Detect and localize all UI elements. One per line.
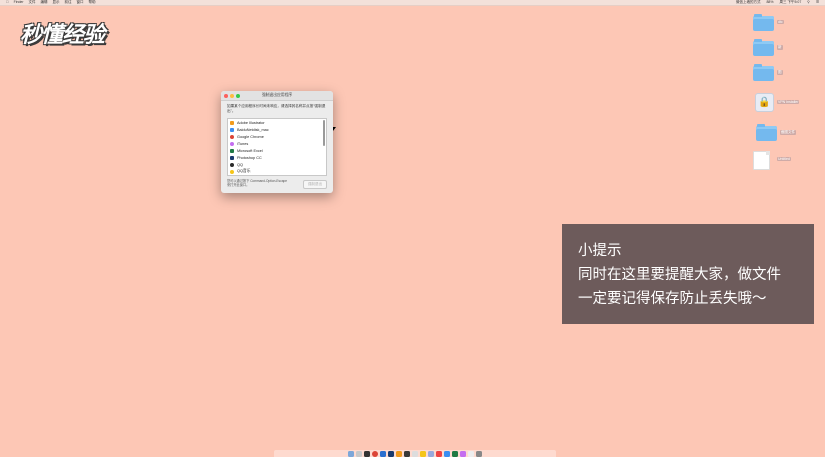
app-list-item[interactable]: Google Chrome bbox=[228, 133, 326, 140]
dialog-title: 强制退出应用程序 bbox=[261, 93, 293, 97]
app-list-item[interactable]: Microsoft Excel bbox=[228, 147, 326, 154]
menu-item-edit[interactable]: 编辑 bbox=[41, 0, 48, 5]
menu-bar:  Finder 文件 编辑 显示 前往 窗口 帮助 微信上墙的方式 88% 周… bbox=[0, 0, 825, 6]
desktop-icon-label: Untitled bbox=[777, 157, 791, 161]
app-list-item[interactable]: Photoshop CC bbox=[228, 154, 326, 161]
app-list-item[interactable]: QQ bbox=[228, 161, 326, 168]
dock-itunes-icon[interactable] bbox=[460, 451, 466, 457]
app-icon bbox=[230, 148, 234, 153]
dock-app-icon[interactable] bbox=[468, 451, 474, 457]
shortcut-hint: 您可以通过按下 Command-Option-Escape 来打开此窗口。 bbox=[227, 179, 288, 187]
window-controls bbox=[224, 93, 240, 98]
menu-bar-status: 微信上墙的方式 88% 周三 下午5:07 ⚲ ☰ bbox=[736, 0, 819, 5]
dock-photoshop-icon[interactable] bbox=[388, 451, 394, 457]
dock-app-icon[interactable] bbox=[436, 451, 442, 457]
folder-icon bbox=[753, 39, 774, 56]
desktop-icon-label: 图 bbox=[777, 70, 783, 75]
app-list-item[interactable]: BaiduNetdisk_mac bbox=[228, 126, 326, 133]
battery-status[interactable]: 88% bbox=[766, 0, 773, 5]
app-name: Adobe Illustrator bbox=[237, 120, 265, 125]
mouse-cursor-icon bbox=[333, 127, 336, 131]
dock-app-icon[interactable] bbox=[412, 451, 418, 457]
app-name: QQ音乐 bbox=[237, 169, 251, 173]
force-quit-button[interactable]: 强制退出 bbox=[303, 180, 327, 189]
dock-chrome-icon[interactable] bbox=[372, 451, 378, 457]
folder-icon bbox=[753, 64, 774, 81]
dialog-footer: 您可以通过按下 Command-Option-Escape 来打开此窗口。 强制… bbox=[227, 179, 327, 189]
app-icon bbox=[230, 155, 234, 160]
dock-launchpad-icon[interactable] bbox=[356, 451, 362, 457]
lock-icon: 🔒 bbox=[755, 93, 774, 112]
folder-icon bbox=[756, 124, 777, 141]
app-name: BaiduNetdisk_mac bbox=[237, 127, 269, 132]
search-icon[interactable]: ⚲ bbox=[807, 0, 810, 5]
close-button[interactable] bbox=[224, 93, 228, 98]
menu-item-window[interactable]: 窗口 bbox=[77, 0, 84, 5]
menu-item-go[interactable]: 前往 bbox=[65, 0, 72, 5]
tip-title: 小提示 bbox=[578, 243, 622, 259]
app-icon bbox=[230, 120, 234, 125]
dock-trash-icon[interactable] bbox=[476, 451, 482, 457]
app-icon bbox=[230, 169, 234, 174]
menu-bar-left:  Finder 文件 编辑 显示 前往 窗口 帮助 bbox=[0, 0, 96, 5]
tip-line-2: 一定要记得保存防止丢失哦～ bbox=[578, 291, 767, 307]
app-icon bbox=[230, 162, 234, 167]
dock bbox=[274, 450, 556, 457]
app-list[interactable]: Adobe Illustrator BaiduNetdisk_mac Googl… bbox=[227, 118, 327, 176]
status-item-text[interactable]: 微信上墙的方式 bbox=[736, 0, 761, 5]
app-name: Photoshop CC bbox=[237, 155, 262, 160]
app-list-item[interactable]: QQ音乐 bbox=[228, 168, 326, 175]
desktop-icon-label: 新 bbox=[777, 45, 783, 50]
apple-icon[interactable]:  bbox=[6, 0, 9, 5]
folder-icon bbox=[753, 14, 774, 31]
menu-item-view[interactable]: 显示 bbox=[53, 0, 60, 5]
zoom-button[interactable] bbox=[236, 93, 240, 98]
dock-excel-icon[interactable] bbox=[452, 451, 458, 457]
menu-item-help[interactable]: 帮助 bbox=[89, 0, 96, 5]
force-quit-dialog: 强制退出应用程序 如果某个应用程序长时间未响应，请选择其名称并点按"强制退出"。… bbox=[221, 91, 333, 193]
app-icon bbox=[230, 141, 234, 146]
dock-safari-icon[interactable] bbox=[380, 451, 386, 457]
dock-finder-icon[interactable] bbox=[348, 451, 354, 457]
menu-item-file[interactable]: 文件 bbox=[29, 0, 36, 5]
dock-app-icon[interactable] bbox=[444, 451, 450, 457]
dock-app-icon[interactable] bbox=[364, 451, 370, 457]
dock-app-icon[interactable] bbox=[428, 451, 434, 457]
menu-item-finder[interactable]: Finder bbox=[14, 0, 24, 5]
desktop-icon-label: dtc bbox=[777, 20, 784, 24]
app-name: Google Chrome bbox=[237, 134, 264, 139]
desktop-icon-label: 截图文件 bbox=[780, 130, 796, 135]
app-icon bbox=[230, 134, 234, 139]
dialog-description: 如果某个应用程序长时间未响应，请选择其名称并点按"强制退出"。 bbox=[227, 104, 326, 113]
tip-line-1: 同时在这里要提醒大家，做文件 bbox=[578, 267, 781, 283]
dialog-titlebar[interactable]: 强制退出应用程序 bbox=[221, 91, 333, 101]
dock-illustrator-icon[interactable] bbox=[396, 451, 402, 457]
tip-box: 小提示 同时在这里要提醒大家，做文件 一定要记得保存防止丢失哦～ bbox=[562, 224, 814, 324]
dock-app-icon[interactable] bbox=[404, 451, 410, 457]
brand-logo: 秒懂经验 bbox=[20, 22, 105, 47]
clock[interactable]: 周三 下午5:07 bbox=[779, 0, 801, 5]
app-icon bbox=[230, 127, 234, 132]
dock-app-icon[interactable] bbox=[420, 451, 426, 457]
app-list-item[interactable]: Adobe Illustrator bbox=[228, 119, 326, 126]
document-icon bbox=[753, 151, 770, 170]
app-name: QQ bbox=[237, 162, 243, 167]
minimize-button[interactable] bbox=[230, 93, 234, 98]
app-name: iTunes bbox=[237, 141, 249, 146]
menu-list-icon[interactable]: ☰ bbox=[816, 0, 819, 5]
app-list-item[interactable]: iTunes bbox=[228, 140, 326, 147]
list-scrollbar[interactable] bbox=[322, 120, 325, 146]
desktop-icon-label: VPN Installer bbox=[777, 100, 800, 104]
app-name: Microsoft Excel bbox=[237, 148, 263, 153]
